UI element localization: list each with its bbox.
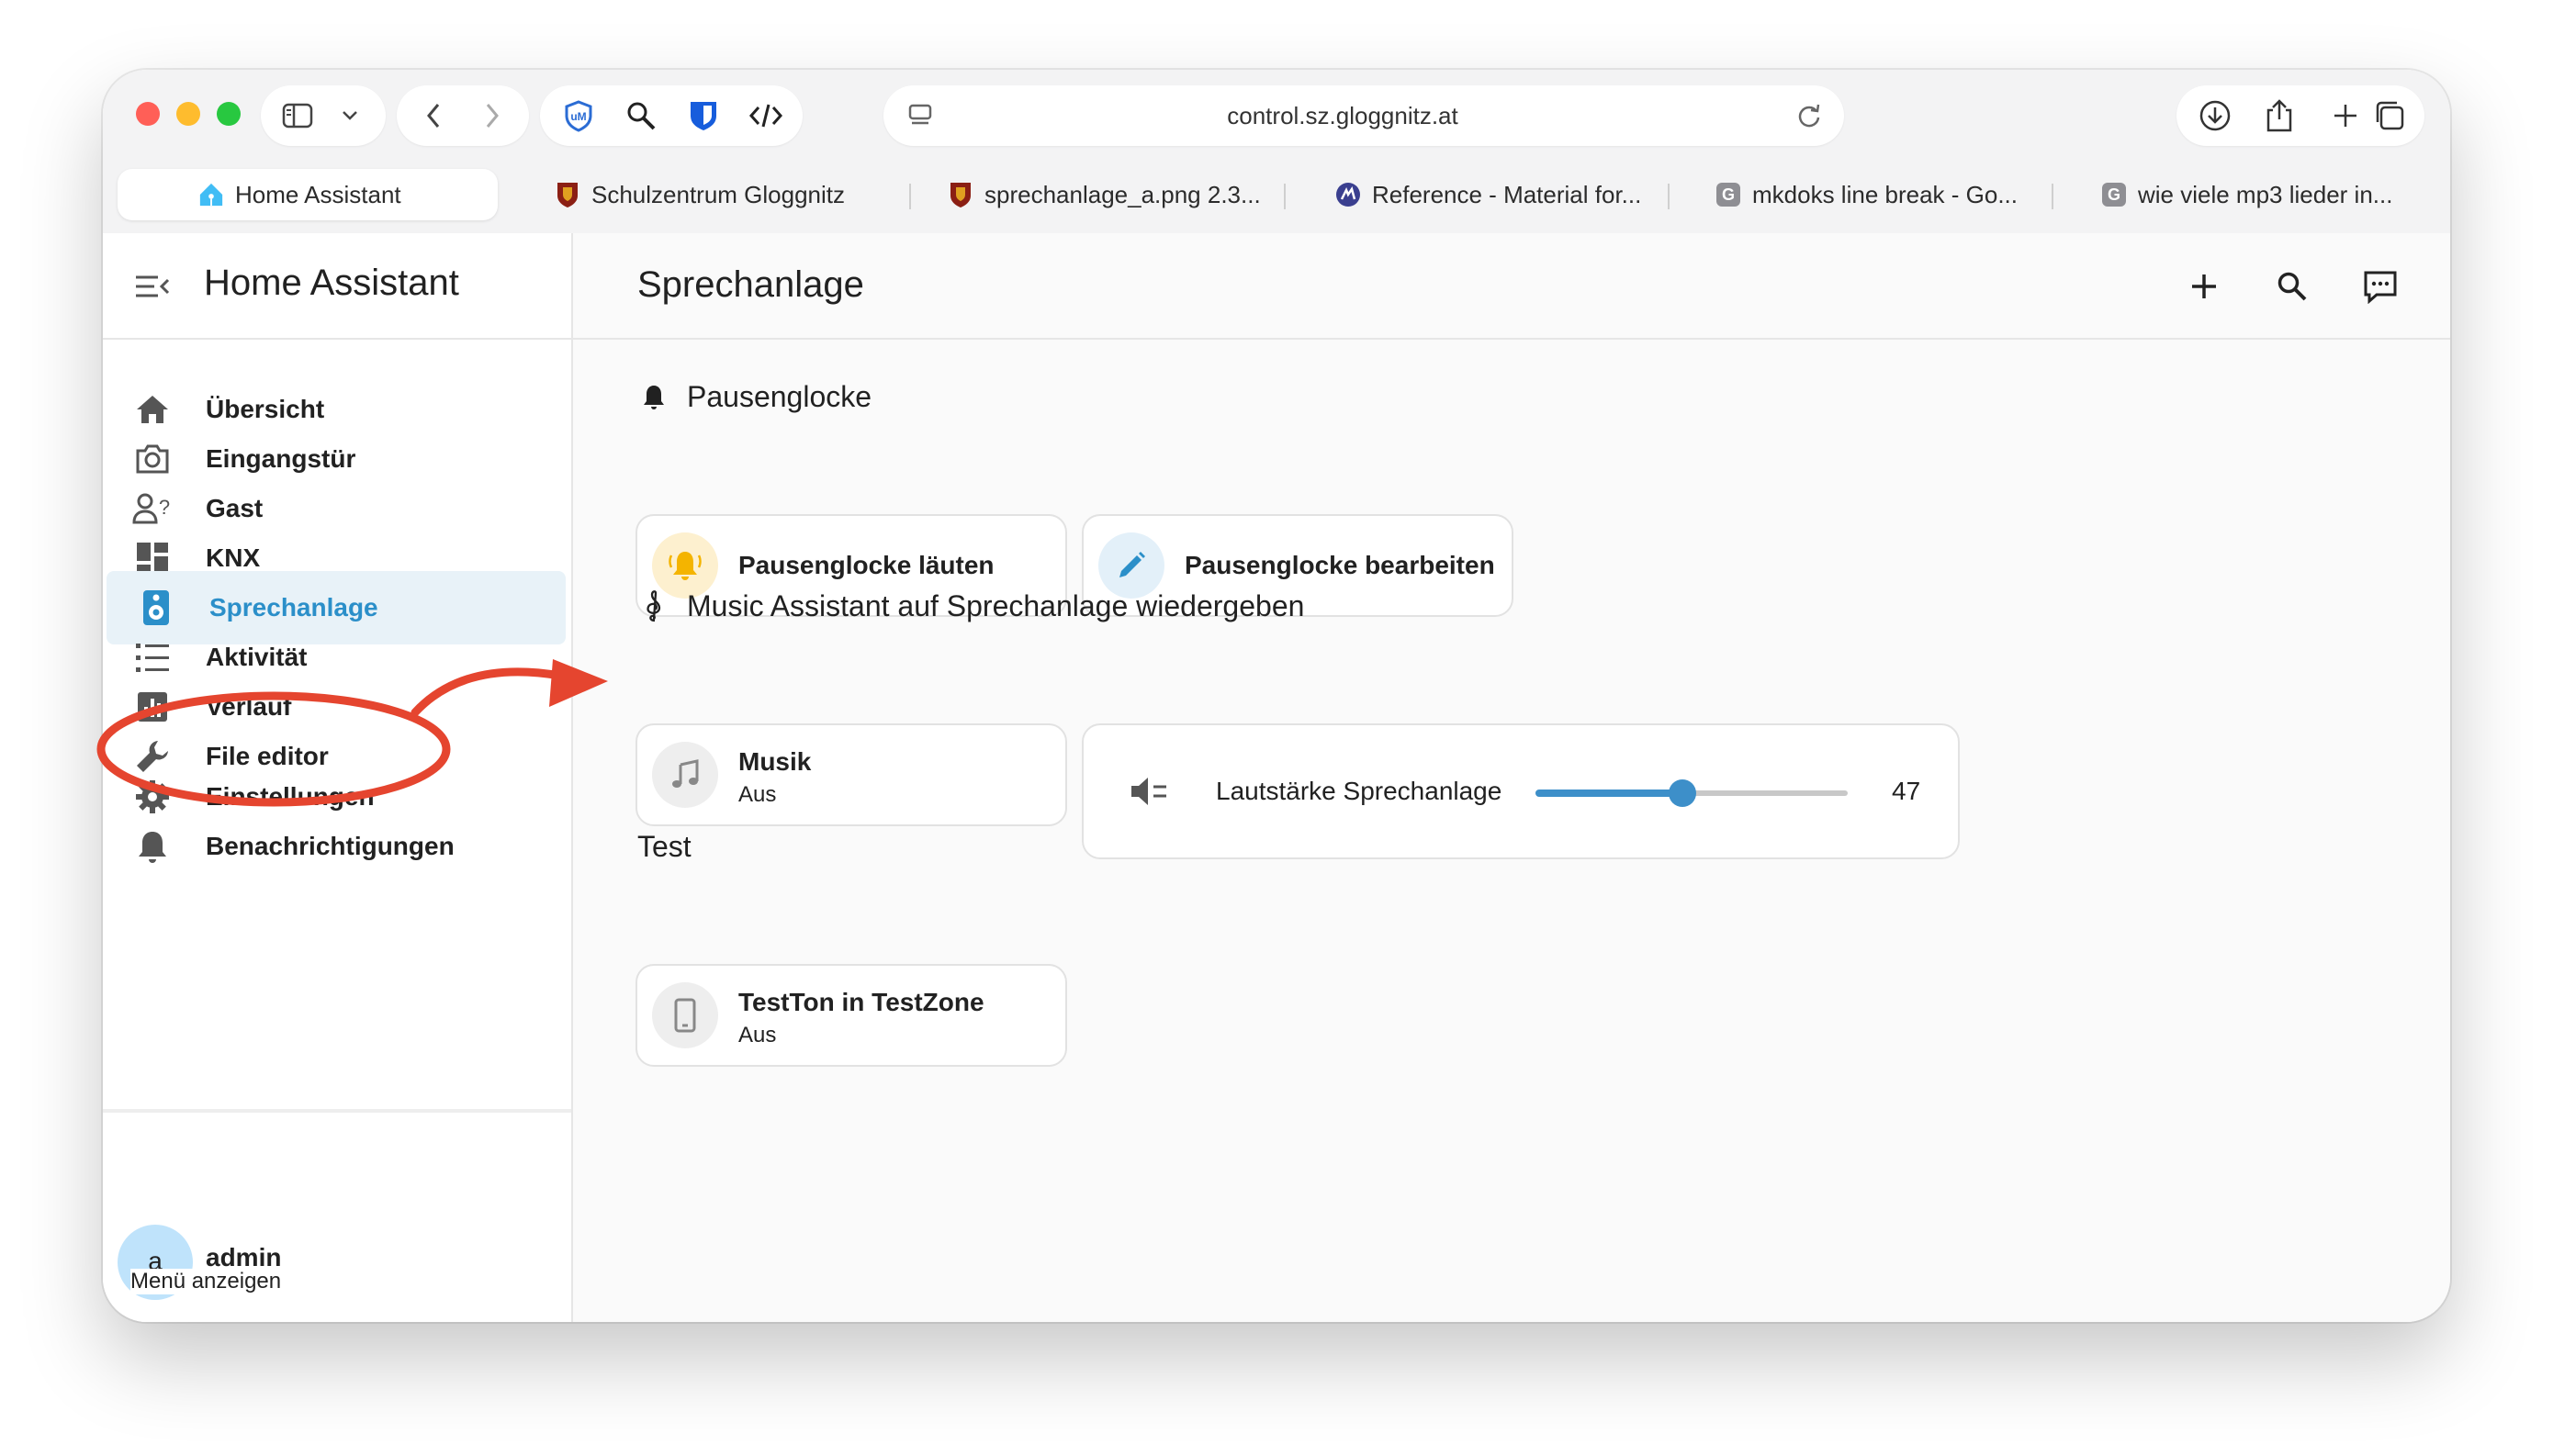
browser-actions-group xyxy=(2176,85,2424,146)
add-icon[interactable] xyxy=(2182,264,2226,308)
music-clef-treble-icon xyxy=(637,589,670,623)
g-glyph: G xyxy=(2102,183,2126,207)
volume-value: 47 xyxy=(1892,777,1921,805)
tab-label: Schulzentrum Gloggnitz xyxy=(591,180,846,208)
tab-separator xyxy=(1284,184,1286,209)
svg-text:?: ? xyxy=(159,496,170,519)
tab-separator xyxy=(909,184,911,209)
music-note-icon xyxy=(652,742,718,808)
volume-medium-icon[interactable] xyxy=(1130,773,1170,810)
tab-mp3-lieder[interactable]: G wie viele mp3 lieder in... xyxy=(2101,169,2441,220)
sidebar-divider xyxy=(103,1109,571,1113)
tab-label: wie viele mp3 lieder in... xyxy=(2138,180,2393,208)
tab-label: Home Assistant xyxy=(235,180,401,208)
svg-text:uM: uM xyxy=(570,110,586,123)
shield-extension-icon[interactable]: uM xyxy=(553,85,604,146)
sidebar-item-label: Einstellungen xyxy=(206,782,375,811)
search-icon[interactable] xyxy=(2270,264,2314,308)
tab-label: mkdoks line break - Go... xyxy=(1752,180,2018,208)
sidebar-item-label: Aktivität xyxy=(206,643,308,671)
home-assistant-icon xyxy=(198,182,224,207)
back-icon[interactable] xyxy=(413,85,454,146)
bell-icon xyxy=(132,826,173,867)
bell-icon xyxy=(637,381,670,414)
menu-collapse-icon[interactable] xyxy=(132,266,173,307)
school-crest-icon xyxy=(555,182,580,207)
sidebar-header: Home Assistant xyxy=(103,233,571,340)
extensions-group: uM xyxy=(540,85,803,146)
tab-sprechanlage-png[interactable]: sprechanlage_a.png 2.3... xyxy=(948,169,1315,220)
card-title: Musik xyxy=(738,747,812,776)
bitwarden-icon[interactable] xyxy=(678,85,729,146)
history-nav-group xyxy=(397,85,529,146)
edit-dashboard-icon[interactable] xyxy=(2446,264,2450,308)
tab-separator xyxy=(2052,184,2053,209)
reload-icon[interactable] xyxy=(1789,85,1829,146)
tab-schulzentrum[interactable]: Schulzentrum Gloggnitz xyxy=(555,169,915,220)
volume-slider-fill xyxy=(1535,790,1682,797)
sidebar-user-area: a admin Menü anzeigen xyxy=(103,1151,569,1322)
card-title: TestTon in TestZone xyxy=(738,988,984,1016)
entity-card-testton[interactable]: TestTon in TestZone Aus xyxy=(635,964,1067,1067)
tab-label: Reference - Material for... xyxy=(1372,180,1642,208)
zoom-window-button[interactable] xyxy=(217,102,241,126)
browser-toolbar: uM control.sz.gloggnitz.at xyxy=(103,70,2450,162)
section-title-music-assistant: Music Assistant auf Sprechanlage wiederg… xyxy=(637,589,1304,623)
download-icon[interactable] xyxy=(2189,85,2241,146)
sidebar-toggle-icon[interactable] xyxy=(277,85,318,146)
tab-overview-icon[interactable] xyxy=(2364,85,2415,146)
entity-card-musik[interactable]: Musik Aus xyxy=(635,723,1067,826)
school-crest-icon xyxy=(948,182,973,207)
card-state: Aus xyxy=(738,1023,777,1047)
tab-reference-material[interactable]: Reference - Material for... xyxy=(1335,169,1776,220)
section-title-text: Test xyxy=(637,830,692,863)
sidebar-item-benachrichtigungen[interactable]: Benachrichtigungen xyxy=(103,810,568,883)
page-title: Sprechanlage xyxy=(637,264,864,305)
sidebar-item-label: Übersicht xyxy=(206,395,325,423)
g-glyph: G xyxy=(1716,183,1740,207)
page-menu-icon[interactable] xyxy=(900,85,940,146)
g-icon: G xyxy=(1715,182,1741,207)
material-logo-icon xyxy=(1335,182,1361,207)
card-title: Pausenglocke läuten xyxy=(738,551,995,579)
main-header: Sprechanlage xyxy=(573,233,2450,340)
magnifier-extension-icon[interactable] xyxy=(615,85,667,146)
tab-mkdoks-line-break[interactable]: G mkdoks line break - Go... xyxy=(1715,169,2083,220)
browser-window: uM control.sz.gloggnitz.at Home Assistan… xyxy=(103,70,2450,1322)
section-title-test: Test xyxy=(637,830,692,864)
close-window-button[interactable] xyxy=(136,102,160,126)
tab-home-assistant[interactable]: Home Assistant xyxy=(118,169,498,220)
sidebar-item-label: Sprechanlage xyxy=(209,593,378,622)
code-extension-icon[interactable] xyxy=(740,85,792,146)
card-title: Pausenglocke bearbeiten xyxy=(1185,551,1495,579)
main-panel: Sprechanlage Pausenglocke Pausenglocke l… xyxy=(573,233,2450,1322)
g-icon: G xyxy=(2101,182,2127,207)
forward-icon[interactable] xyxy=(472,85,512,146)
tab-label: sprechanlage_a.png 2.3... xyxy=(984,180,1261,208)
menu-tooltip: Menü anzeigen xyxy=(130,1269,289,1294)
sidebar-item-label: Benachrichtigungen xyxy=(206,832,455,860)
section-title-pausenglocke: Pausenglocke xyxy=(637,380,872,414)
sidebar-item-label: Eingangstür xyxy=(206,444,356,473)
volume-label: Lautstärke Sprechanlage xyxy=(1216,777,1502,805)
assist-icon[interactable] xyxy=(2358,264,2402,308)
section-title-text: Music Assistant auf Sprechanlage wiederg… xyxy=(687,589,1305,622)
chevron-down-icon[interactable] xyxy=(334,85,366,146)
cellphone-icon xyxy=(652,982,718,1048)
sidebar-item-label: Verlauf xyxy=(206,692,292,721)
section-title-text: Pausenglocke xyxy=(687,380,872,413)
sidebar-title: Home Assistant xyxy=(204,263,459,303)
url-text: control.sz.gloggnitz.at xyxy=(1227,102,1458,129)
sidebar-item-label: KNX xyxy=(206,543,261,572)
share-icon[interactable] xyxy=(2254,85,2305,146)
sidebar-item-label: Gast xyxy=(206,494,264,522)
minimize-window-button[interactable] xyxy=(176,102,200,126)
tab-separator xyxy=(1668,184,1670,209)
card-state: Aus xyxy=(738,782,777,807)
sidebar-toggle-group xyxy=(261,85,386,146)
tab-strip: Home Assistant Schulzentrum Gloggnitz sp… xyxy=(103,162,2450,233)
volume-card: Lautstärke Sprechanlage 47 xyxy=(1082,723,1960,859)
volume-slider-thumb[interactable] xyxy=(1668,779,1696,807)
